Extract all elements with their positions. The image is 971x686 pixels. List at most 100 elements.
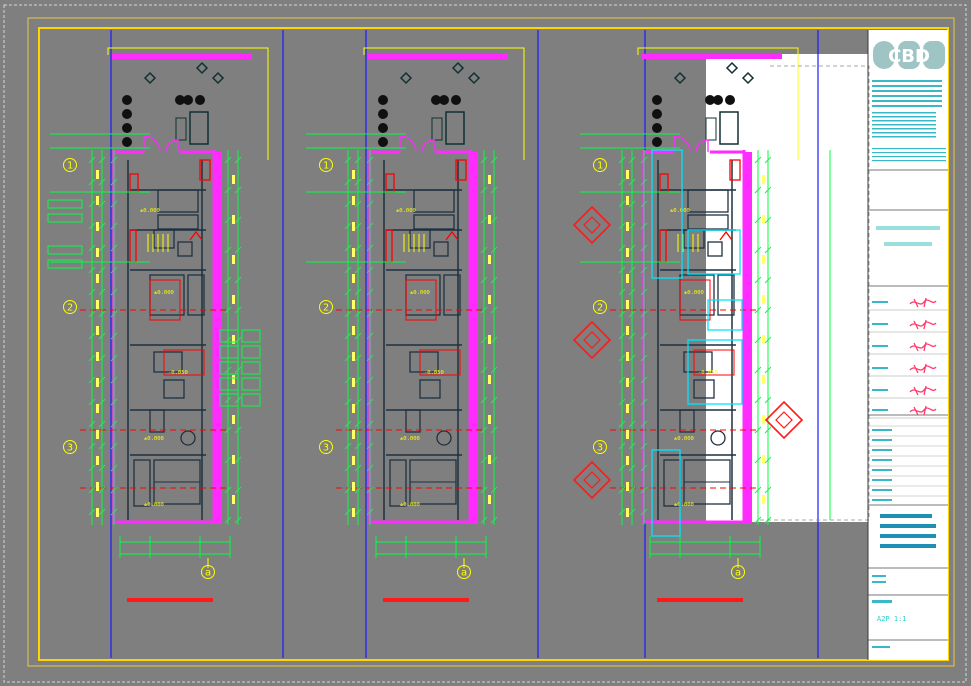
elevation-label: ±0.000 (400, 502, 420, 508)
dimension-text (352, 482, 355, 491)
dimension-text (626, 196, 629, 205)
tag-box (241, 345, 261, 359)
lighting-symbol (572, 460, 612, 500)
shrub-icon (652, 123, 662, 133)
dimension-text (96, 430, 99, 439)
text-line (872, 323, 888, 325)
shrub-icon (195, 95, 205, 105)
elevation-label: ±0.000 (154, 290, 174, 296)
dimension-text (626, 326, 629, 335)
dimension-text (96, 274, 99, 283)
text-line (872, 95, 942, 97)
drawing-title (880, 514, 932, 518)
dimension-text (96, 378, 99, 387)
elevation-label: ±0.000 (410, 290, 430, 296)
elevation-label: ±0.000 (400, 436, 420, 442)
dimension-text (488, 335, 491, 344)
grid-marker-label: a (735, 568, 741, 579)
tree-icon (399, 71, 413, 85)
furniture (405, 409, 421, 433)
bench-icon (175, 117, 187, 141)
text-line (872, 479, 892, 481)
drawing-title (880, 534, 936, 538)
dimension-text (488, 455, 491, 464)
grid-marker-label: 3 (323, 443, 329, 454)
cad-drawing-canvas[interactable]: ±0.000±0.000-0.050±0.000±0.000123a±0.000… (0, 0, 971, 686)
dimension-text (96, 170, 99, 179)
dimension-text (232, 295, 235, 304)
grid-marker-label: 3 (67, 443, 73, 454)
table-icon (436, 430, 452, 446)
shrub-icon (122, 95, 132, 105)
furniture (409, 229, 431, 249)
text-line (872, 646, 890, 648)
dimension-text (232, 215, 235, 224)
furniture (177, 241, 193, 257)
shrub-icon (652, 95, 662, 105)
dimension-text (96, 222, 99, 231)
furniture (153, 229, 175, 249)
rug-outline (405, 279, 437, 321)
dimension-text (488, 495, 491, 504)
tag-box (219, 329, 239, 343)
top-wall (368, 54, 508, 59)
text-line (872, 80, 942, 82)
text-line (872, 128, 936, 130)
furniture (419, 379, 441, 399)
elevation-label: ±0.000 (144, 502, 164, 508)
tag-box (219, 345, 239, 359)
tree-icon (211, 71, 225, 85)
fixture (445, 230, 459, 241)
project-title (876, 226, 940, 230)
text-line (872, 449, 892, 451)
furniture (389, 459, 407, 507)
shrub-icon (652, 137, 662, 147)
diamond-inner (583, 331, 601, 349)
shrub-icon (652, 109, 662, 119)
text-line (872, 120, 936, 122)
dimension-text (626, 404, 629, 413)
shrub-icon (175, 95, 185, 105)
furniture (157, 189, 199, 213)
exterior-wall (112, 150, 216, 524)
scale-bar (127, 598, 213, 602)
tree-icon (467, 71, 481, 85)
cad-viewport[interactable]: ±0.000 ±0.000 -0.050 ±0.000 ±0.000 1 2 3 a ±0.000… (0, 0, 971, 686)
dimension-text (232, 335, 235, 344)
dimension-text (762, 255, 765, 264)
dimension-text (232, 175, 235, 184)
diamond-outline (572, 460, 612, 500)
fixture (129, 229, 137, 263)
text-line (872, 136, 936, 138)
shrub-icon (378, 95, 388, 105)
elevation-label: ±0.000 (396, 208, 416, 214)
tag-box (241, 393, 261, 407)
dimension-text (762, 215, 765, 224)
dimension-text (96, 300, 99, 309)
text-line (872, 367, 888, 369)
text-line (872, 85, 942, 87)
dimension-text (488, 295, 491, 304)
text-line (872, 489, 892, 491)
shrub-icon (451, 95, 461, 105)
dimension-text (626, 170, 629, 179)
furniture (413, 214, 455, 230)
staircase (147, 234, 169, 252)
dimension-text (96, 404, 99, 413)
dimension-text (96, 482, 99, 491)
dimension-text (762, 415, 765, 424)
floor-plan: ±0.000 ±0.000 -0.050 ±0.000 ±0.000 1 2 3 a (47, 47, 269, 602)
text-line (872, 148, 946, 150)
side-wall (214, 152, 222, 524)
bench-icon (431, 117, 443, 141)
cbd-logo: CBD (872, 38, 946, 72)
text-line (872, 389, 888, 391)
shrub-icon (122, 109, 132, 119)
tag-box (219, 393, 239, 407)
text-line (872, 581, 886, 583)
text-line (872, 160, 946, 162)
dimension-text (626, 456, 629, 465)
dimension-text (762, 335, 765, 344)
diamond-inner (583, 471, 601, 489)
side-wall (744, 152, 752, 524)
